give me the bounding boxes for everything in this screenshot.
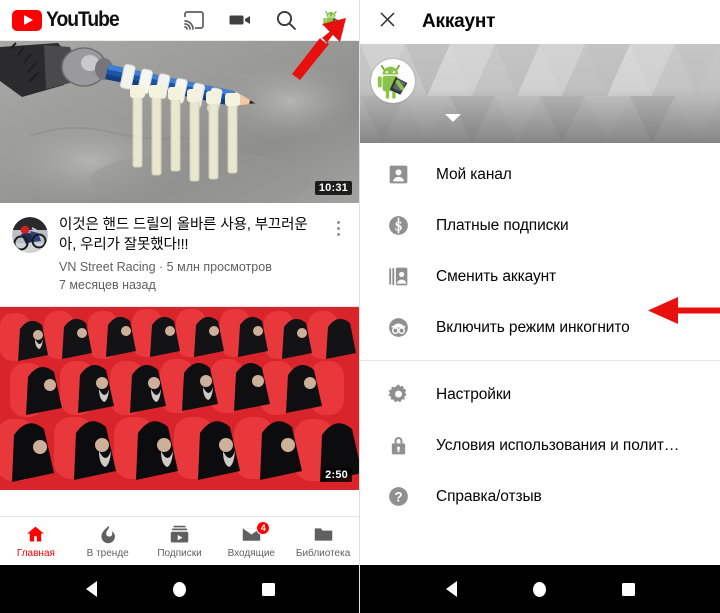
menu-label-switch-account: Сменить аккаунт bbox=[436, 267, 557, 285]
menu-divider bbox=[360, 360, 720, 361]
video-duration: 2:50 bbox=[321, 468, 352, 482]
nav-item-library[interactable]: Библиотека bbox=[287, 517, 359, 565]
subscriptions-icon bbox=[169, 524, 190, 545]
menu-item-paid-subscriptions[interactable]: S Платные подписки bbox=[360, 200, 720, 251]
switch-account-icon bbox=[386, 264, 411, 289]
video-thumbnail[interactable]: 2:50 bbox=[0, 307, 359, 490]
home-circle-icon[interactable] bbox=[172, 581, 186, 597]
video-meta: 이것은 핸드 드릴의 올바른 사용, 부끄러운 아, 우리가 잘못했다!!! V… bbox=[0, 203, 359, 304]
nav-item-inbox[interactable]: 4 Входящие bbox=[215, 517, 287, 565]
home-icon bbox=[25, 524, 46, 545]
video-age: 7 месяцев назад bbox=[59, 278, 156, 292]
youtube-feed-panel: YouTube 10:31 이것은 핸드 드릴의 올바른 사용, 부끄러운 아,… bbox=[0, 0, 360, 613]
help-question-icon: ? bbox=[386, 484, 411, 509]
thumbnail-image-clergy-seats bbox=[0, 307, 359, 490]
nav-label-inbox: Входящие bbox=[227, 547, 275, 559]
trending-flame-icon bbox=[97, 524, 118, 545]
android-robot-avatar-image bbox=[372, 60, 414, 102]
youtube-topbar: YouTube bbox=[0, 0, 359, 41]
channel-avatar-image bbox=[12, 217, 48, 253]
back-triangle-icon[interactable] bbox=[85, 581, 97, 597]
menu-label-help: Справка/отзыв bbox=[436, 487, 542, 505]
recents-square-icon[interactable] bbox=[621, 582, 635, 596]
incognito-icon bbox=[386, 315, 411, 340]
menu-label-terms: Условия использования и полит… bbox=[436, 436, 680, 454]
recents-square-icon[interactable] bbox=[261, 582, 275, 596]
nav-label-library: Библиотека bbox=[295, 547, 351, 559]
paid-subscriptions-icon: S bbox=[386, 213, 411, 238]
nav-item-subscriptions[interactable]: Подписки bbox=[144, 517, 216, 565]
menu-item-incognito[interactable]: Включить режим инкогнито bbox=[360, 302, 720, 353]
nav-item-trending[interactable]: В тренде bbox=[72, 517, 144, 565]
account-menu-group-1: Мой канал S Платные подписки bbox=[360, 143, 720, 353]
menu-label-settings: Настройки bbox=[436, 385, 512, 403]
menu-label-my-channel: Мой канал bbox=[436, 165, 512, 183]
channel-avatar[interactable] bbox=[12, 217, 48, 253]
nav-label-subscriptions: Подписки bbox=[157, 547, 202, 559]
video-duration: 10:31 bbox=[314, 181, 352, 195]
video-more-menu-icon[interactable] bbox=[327, 215, 349, 294]
youtube-wordmark: YouTube bbox=[46, 8, 120, 31]
video-card[interactable]: 2:50 bbox=[0, 307, 359, 490]
svg-text:?: ? bbox=[394, 490, 402, 505]
menu-label-paid-subscriptions: Платные подписки bbox=[436, 216, 569, 234]
video-text-block: 이것은 핸드 드릴의 올바른 사용, 부끄러운 아, 우리가 잘못했다!!! V… bbox=[59, 215, 316, 294]
youtube-play-icon bbox=[12, 9, 42, 31]
menu-item-settings[interactable]: Настройки bbox=[360, 369, 720, 420]
menu-label-incognito: Включить режим инкогнито bbox=[436, 318, 630, 336]
screenshot-root: YouTube 10:31 이것은 핸드 드릴의 올바른 사용, 부끄러운 아,… bbox=[0, 0, 720, 613]
youtube-bottom-nav: Главная В тренде Подписки 4 Входящие Биб… bbox=[0, 516, 359, 565]
search-icon[interactable] bbox=[274, 8, 298, 32]
back-triangle-icon[interactable] bbox=[445, 581, 457, 597]
thumbnail-image-drill-pencil bbox=[0, 41, 359, 203]
video-thumbnail[interactable]: 10:31 bbox=[0, 41, 359, 203]
video-card[interactable]: 10:31 이것은 핸드 드릴의 올바른 사용, 부끄러운 아, 우리가 잘못했… bbox=[0, 41, 359, 307]
video-title: 이것은 핸드 드릴의 올바른 사용, 부끄러운 아, 우리가 잘못했다!!! bbox=[59, 217, 308, 253]
my-channel-icon bbox=[386, 162, 411, 187]
camera-icon[interactable] bbox=[228, 8, 252, 32]
banner-vignette bbox=[360, 44, 720, 143]
avatar[interactable] bbox=[371, 59, 415, 103]
nav-item-home[interactable]: Главная bbox=[0, 517, 72, 565]
lock-icon bbox=[386, 433, 411, 458]
inbox-badge: 4 bbox=[256, 521, 271, 535]
account-drawer-panel: Аккаунт Мой канал Платные подписки Смени… bbox=[360, 0, 720, 613]
library-folder-icon bbox=[313, 524, 334, 545]
menu-item-my-channel[interactable]: Мой канал bbox=[360, 149, 720, 200]
chevron-down-icon[interactable] bbox=[445, 114, 461, 122]
home-circle-icon[interactable] bbox=[532, 581, 546, 597]
account-avatar[interactable] bbox=[320, 7, 345, 33]
settings-gear-icon bbox=[386, 382, 411, 407]
account-menu-group-2: Настройки Условия использования и полит… bbox=[360, 369, 720, 522]
android-system-nav bbox=[0, 565, 359, 613]
cast-icon[interactable] bbox=[182, 8, 206, 32]
nav-label-trending: В тренде bbox=[86, 547, 129, 559]
close-icon[interactable] bbox=[377, 9, 398, 35]
menu-item-help[interactable]: ? Справка/отзыв bbox=[360, 471, 720, 522]
video-channel-views: VN Street Racing · 5 млн просмотров bbox=[59, 260, 272, 274]
page-title: Аккаунт bbox=[422, 11, 496, 32]
nav-label-home: Главная bbox=[16, 547, 55, 559]
menu-item-switch-account[interactable]: Сменить аккаунт bbox=[360, 251, 720, 302]
android-system-nav bbox=[360, 565, 720, 613]
youtube-topbar-actions bbox=[182, 7, 351, 33]
youtube-logo[interactable]: YouTube bbox=[12, 8, 125, 32]
account-header: Аккаунт bbox=[360, 0, 720, 44]
account-banner bbox=[360, 44, 720, 143]
menu-item-terms[interactable]: Условия использования и полит… bbox=[360, 420, 720, 471]
